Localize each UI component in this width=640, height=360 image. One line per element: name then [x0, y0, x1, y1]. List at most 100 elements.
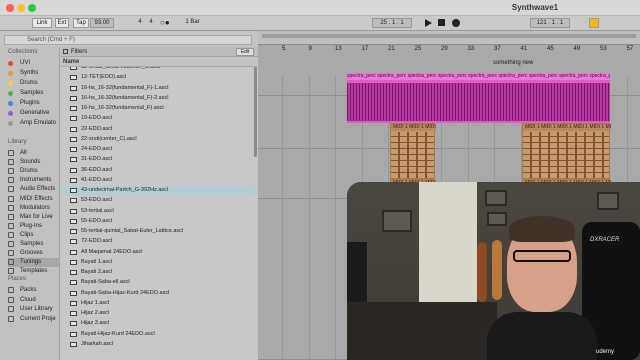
collection-item[interactable]: Amp Emulato [8, 119, 60, 128]
file-name: 22-sruti(center_C).ascl [81, 135, 137, 142]
file-list-item[interactable]: 22-sruti(center_C).ascl [61, 135, 254, 144]
library-item-tunings[interactable]: Tunings [8, 258, 60, 268]
file-list-item[interactable]: 31-EDO.ascl [61, 155, 254, 164]
time-sig-numerator[interactable]: 4 [135, 18, 145, 28]
file-list-item[interactable]: Bayati-Saba-ell.ascl [61, 278, 254, 287]
library-item-sounds[interactable]: Sounds [8, 158, 60, 167]
file-list-item[interactable]: 72-EDO.ascl [61, 237, 254, 246]
collection-item[interactable]: UVI [8, 59, 60, 68]
file-list-item[interactable]: 22-EDO.ascl [61, 125, 254, 134]
loop-start-field[interactable]: 121 . 1 . 1 [530, 18, 570, 28]
library-heading: Library [8, 139, 27, 145]
places-item[interactable]: Current Proje [8, 315, 60, 324]
library-item-all[interactable]: All [8, 149, 60, 158]
tuning-file-icon [70, 116, 77, 122]
midi-clip[interactable]: MIDI 1 MIDI 1 MIDI 1 MIDI 1 MIDI 1 MIDI … [522, 123, 611, 179]
library-item-samples[interactable]: Samples [8, 240, 60, 249]
file-list-item[interactable]: 53-EDO.ascl [61, 196, 254, 205]
file-list-item[interactable]: 16-hs_16-32(fundamental_F)-1.ascl [61, 84, 254, 93]
filters-bar[interactable]: Filters Edit [61, 47, 258, 57]
loop-brace[interactable] [262, 34, 636, 38]
file-list-item[interactable]: Hijaz 3.ascl [61, 319, 254, 328]
collection-item[interactable]: Drums [8, 79, 60, 88]
file-list-item[interactable]: 16-hs_16-32(fundamental_F).ascl [61, 104, 254, 113]
file-list-item[interactable]: 41-EDO.ascl [61, 176, 254, 185]
collection-color-icon [8, 71, 13, 76]
tuning-file-icon [70, 311, 77, 316]
ext-sync-button[interactable]: Ext [55, 18, 69, 28]
file-list-item[interactable]: 16-hs_16-32(fundamental_F)-2.ascl [61, 94, 254, 103]
file-list-item[interactable]: Bayati-Saba-Hijaz-Kurd 24EDO.ascl [61, 289, 254, 298]
library-category-icon [8, 159, 14, 166]
minimize-window-button[interactable] [17, 4, 25, 12]
library-item-midi-effects[interactable]: MIDI Effects [8, 195, 60, 204]
filters-toggle-icon[interactable] [63, 49, 68, 54]
file-list-item[interactable]: 55-EDO.ascl [61, 217, 254, 226]
midi-clip[interactable]: MIDI 1 MIDI 1 MIDI 1 [390, 123, 436, 179]
file-list-item[interactable]: Hijaz 2.ascl [61, 309, 254, 318]
file-list-item[interactable]: 43-undecimal-Partch_G-392Hz.ascl [61, 186, 254, 195]
watermark: udemy [596, 349, 615, 355]
file-list-item[interactable]: 12-TET(EDO).ascl [61, 73, 254, 82]
library-item-clips[interactable]: Clips [8, 231, 60, 240]
places-item[interactable]: User Library [8, 305, 60, 314]
file-list-item[interactable]: Bayati 2.ascl [61, 268, 254, 277]
close-window-button[interactable] [6, 4, 14, 12]
file-list-item[interactable]: Hijaz 1.ascl [61, 299, 254, 308]
tuning-file-icon [70, 229, 77, 234]
timeline-ruler[interactable] [258, 31, 640, 45]
link-button[interactable]: Link [32, 18, 52, 28]
song-position-field[interactable]: 25 . 1 . 1 [372, 18, 412, 28]
person-hair [509, 216, 575, 242]
file-list-item[interactable]: Bayati 1.ascl [61, 258, 254, 267]
file-list-item[interactable]: 24-EDO.ascl [61, 145, 254, 154]
zoom-window-button[interactable] [28, 4, 36, 12]
file-name: 16-hs_16-32(fundamental_F)-1.ascl [81, 84, 169, 91]
file-list-item[interactable]: 55-tertial-quintal_Sabat-Euler_Lattice.a… [61, 227, 254, 236]
play-button[interactable] [425, 19, 432, 27]
collection-item[interactable]: Synths [8, 69, 60, 78]
library-item-audio-effects[interactable]: Audio Effects [8, 185, 60, 194]
collection-item[interactable]: Generative [8, 109, 60, 118]
library-item-grooves[interactable]: Grooves [8, 249, 60, 258]
search-input[interactable]: Search (Cmd + F) [4, 35, 252, 45]
file-list-item[interactable]: 12-tertial_Gmat-eccenter_C.ascl [61, 67, 254, 72]
audio-clip-header[interactable]: spectra_perc spectra_perc spectra_perc s… [347, 73, 610, 80]
name-column-header[interactable]: Name [61, 58, 258, 67]
audio-clip[interactable]: spectra_perc spectra_perc spectra_perc s… [347, 73, 610, 123]
library-item-drums[interactable]: Drums [8, 167, 60, 176]
library-item-templates[interactable]: Templates [8, 267, 60, 276]
places-item[interactable]: Packs [8, 286, 60, 295]
library-item-plug-ins[interactable]: Plug-Ins [8, 222, 60, 231]
collection-item[interactable]: Plugins [8, 99, 60, 108]
file-list-item[interactable]: Jiharkah.ascl [61, 340, 254, 349]
loop-switch-button[interactable] [589, 18, 599, 28]
tap-tempo-button[interactable]: Tap [73, 18, 89, 28]
file-list-scrollbar[interactable] [254, 67, 257, 157]
library-item-modulators[interactable]: Modulators [8, 204, 60, 213]
edit-button[interactable]: Edit [236, 48, 254, 56]
file-list-item[interactable]: 36-EDO.ascl [61, 166, 254, 175]
places-heading: Places [8, 276, 27, 282]
file-name: 41-EDO.ascl [81, 176, 113, 183]
file-name: 72-EDO.ascl [81, 238, 113, 245]
collection-item[interactable]: Samples [8, 89, 60, 98]
metro-quantize-select[interactable]: 1 Bar [180, 18, 205, 28]
bar-number-label: 17 [361, 46, 369, 52]
guitar [477, 242, 487, 302]
library-item-max-for-live[interactable]: Max for Live [8, 213, 60, 222]
metronome-icon[interactable]: ○● [160, 19, 170, 27]
library-category-icon [8, 177, 14, 184]
file-list-item[interactable]: All Maqamat 24EDO.ascl [61, 248, 254, 257]
tuning-file-icon [70, 239, 77, 245]
file-list-item[interactable]: 53-tertial.ascl [61, 207, 254, 216]
places-item[interactable]: Cloud [8, 296, 60, 305]
file-list-item[interactable]: Bayati-Hijaz-Kurd 24EDO.ascl [61, 330, 254, 339]
time-sig-denominator[interactable]: 4 [146, 18, 156, 28]
record-button[interactable] [452, 19, 460, 27]
file-list-item[interactable]: 19-EDO.ascl [61, 114, 254, 123]
locator-label[interactable]: something new [493, 60, 533, 66]
tempo-field[interactable]: 93.00 [90, 18, 114, 28]
library-item-instruments[interactable]: Instruments [8, 176, 60, 185]
stop-button[interactable] [438, 19, 445, 26]
